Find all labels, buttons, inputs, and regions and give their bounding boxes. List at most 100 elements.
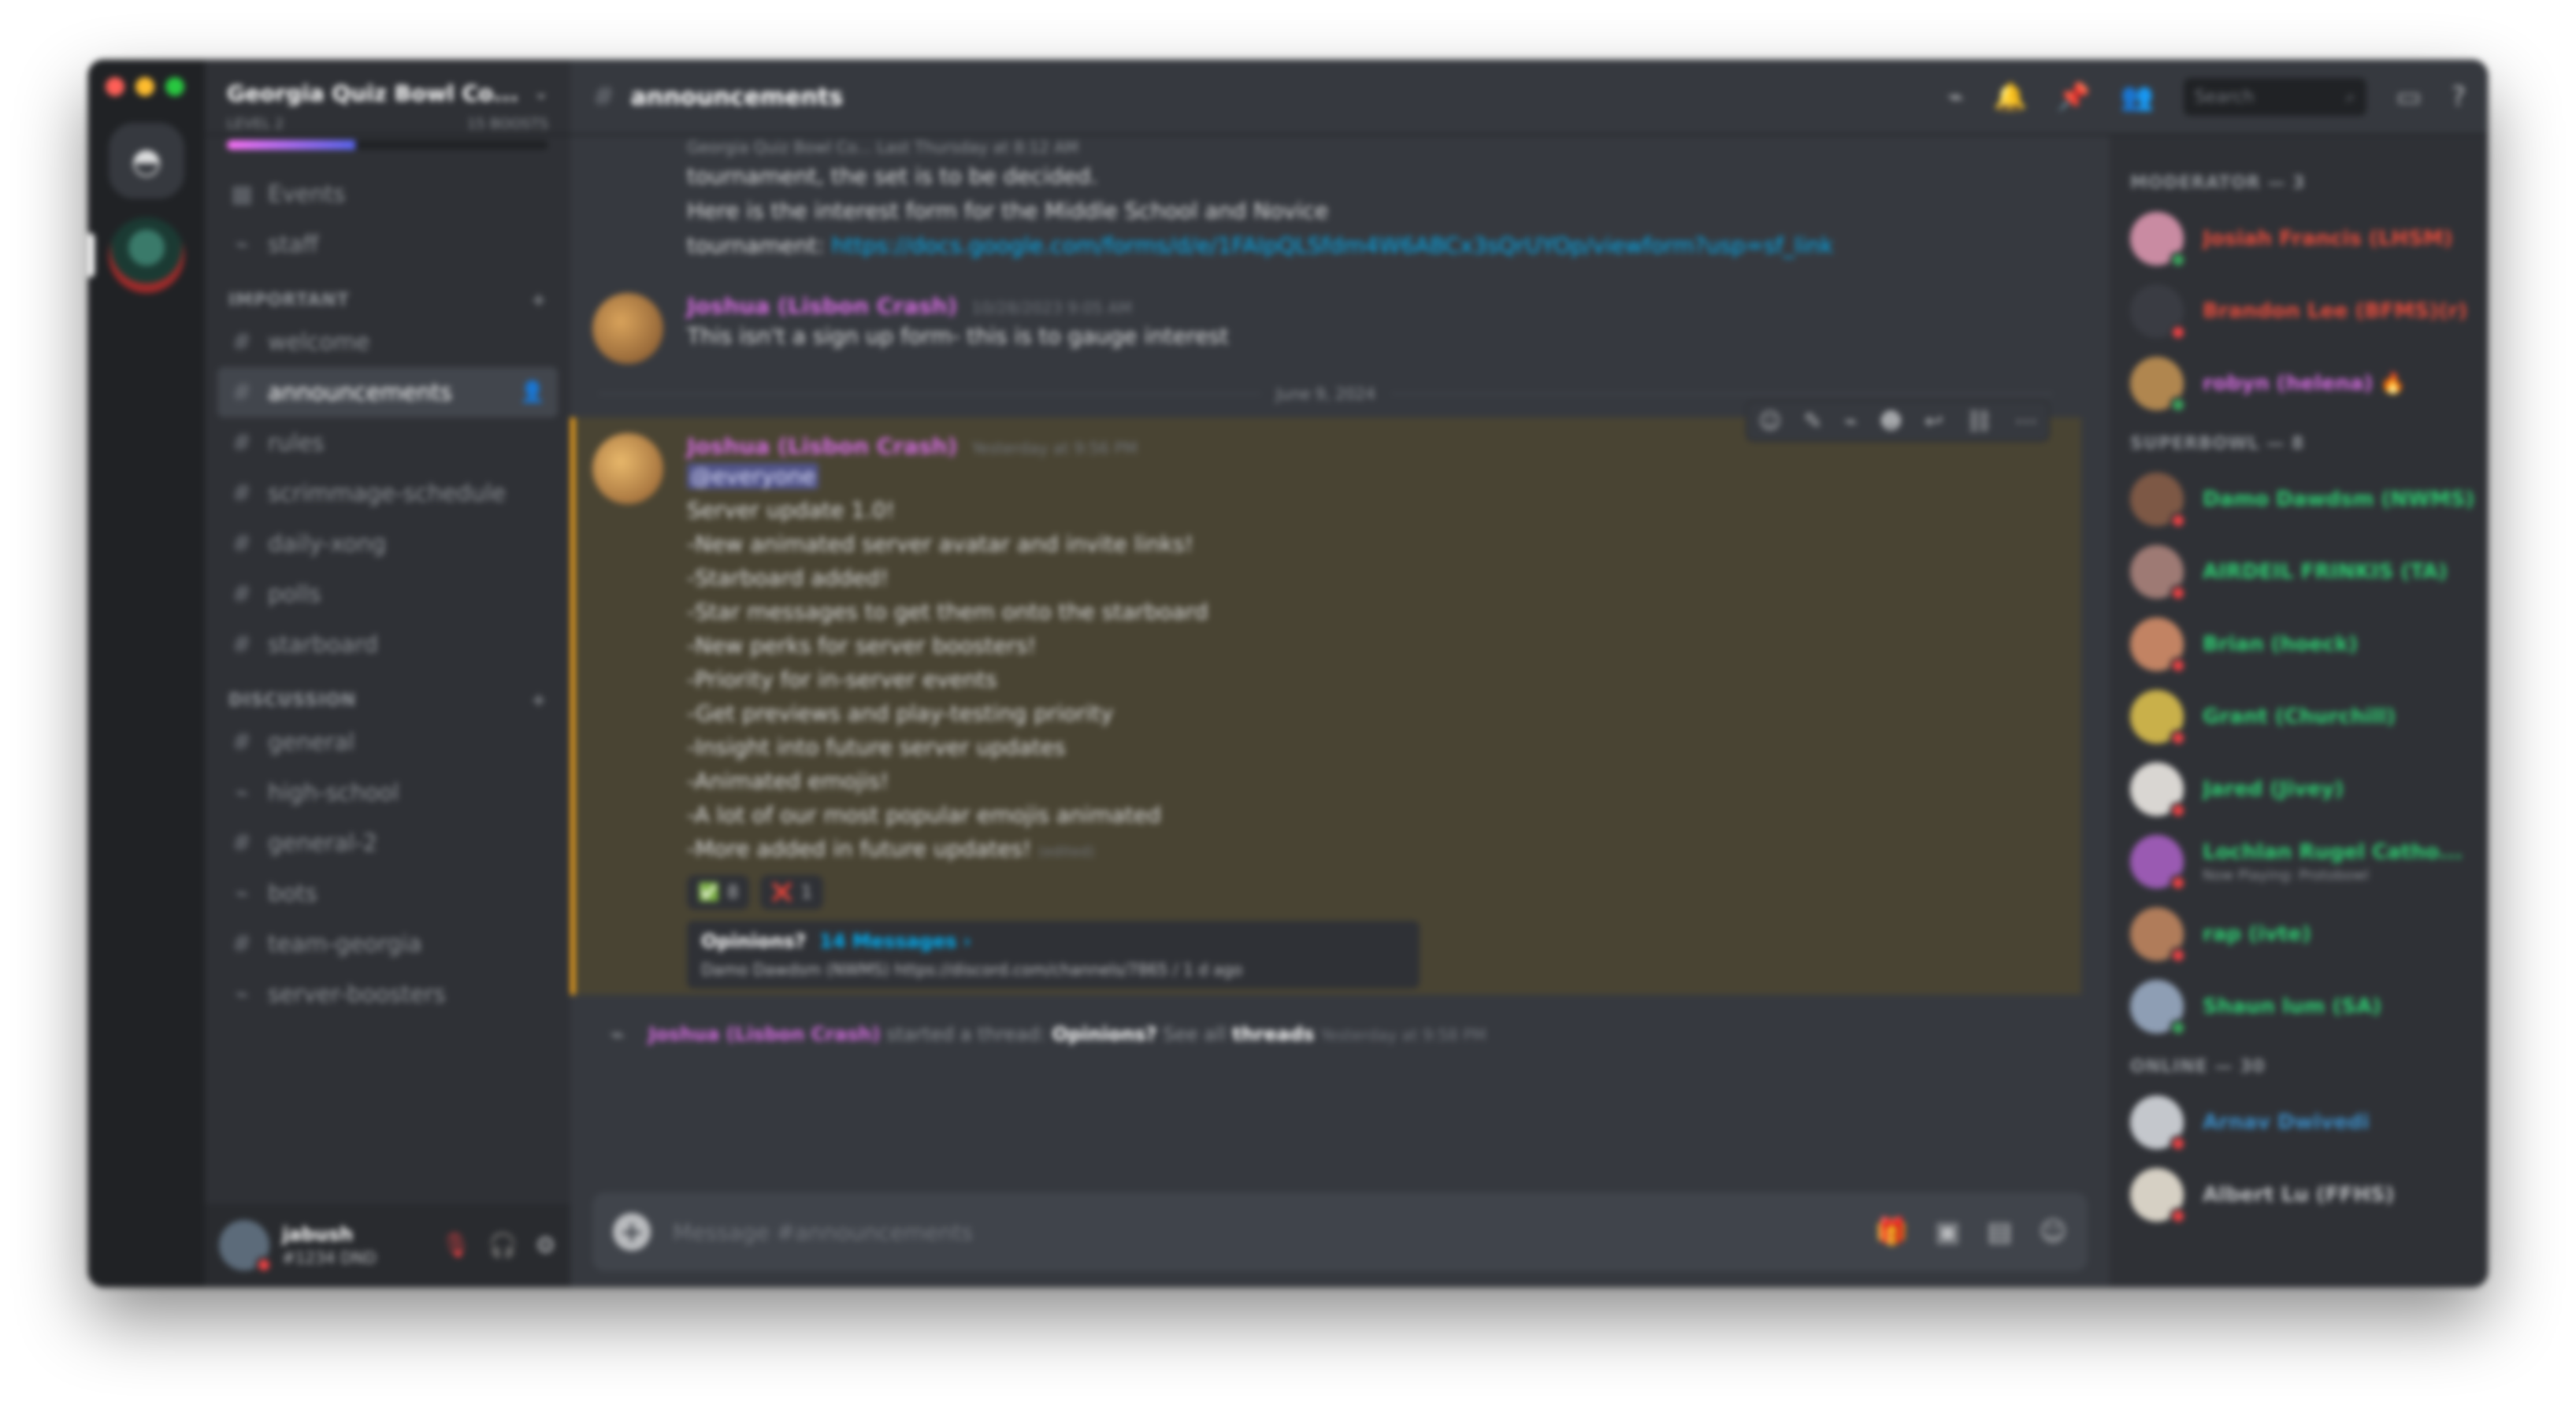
sticker-icon[interactable]: ▤	[1987, 1216, 2012, 1248]
channel-category[interactable]: DISCUSSION +	[217, 669, 558, 717]
channel-welcome[interactable]: # welcome	[217, 317, 558, 367]
mute-mic-icon[interactable]: 🎙	[441, 1232, 471, 1259]
gif-icon[interactable]: ▣	[1935, 1216, 1960, 1248]
close-window-button[interactable]	[106, 77, 124, 96]
avatar	[2130, 1096, 2187, 1152]
message-line: -Priority for in-server events	[687, 662, 1420, 696]
channel-announcements[interactable]: # announcements 👤	[217, 367, 558, 417]
status-icon	[2170, 1019, 2187, 1037]
member-name: Albert Lu (FFHS)	[2203, 1183, 2395, 1207]
reaction-chip[interactable]: ❌ 1	[760, 875, 823, 910]
member-item[interactable]: Lochlan Rugel Catho... Now Playing: Proto…	[2130, 825, 2477, 898]
member-item[interactable]: Damo Dawdsm (NWMS)	[2130, 463, 2477, 536]
member-item[interactable]: Shaun lum (SA)	[2130, 970, 2477, 1043]
avatar[interactable]	[592, 433, 663, 504]
member-item[interactable]: Arnav Dwivedi	[2130, 1086, 2477, 1159]
avatar	[2130, 980, 2187, 1037]
message-author[interactable]: Joshua (Lisbon Crash)	[687, 433, 957, 459]
server-level: LEVEL 2	[227, 116, 284, 132]
member-item[interactable]: robyn (helena) 🔥	[2130, 347, 2477, 420]
maximize-window-button[interactable]	[165, 77, 184, 96]
deafen-icon[interactable]: 🎧	[488, 1232, 518, 1259]
more-icon[interactable]: ⋯	[2015, 408, 2037, 434]
upload-plus-icon[interactable]: +	[613, 1213, 651, 1251]
channel-daily-xong[interactable]: # daily-xong	[217, 518, 558, 569]
minimize-window-button[interactable]	[135, 77, 154, 96]
add-reaction-icon[interactable]: ☺	[1758, 408, 1781, 434]
avatar[interactable]	[592, 293, 663, 364]
channel-rules[interactable]: # rules	[217, 417, 558, 468]
member-item[interactable]: Albert Lu (FFHS)	[2130, 1159, 2477, 1231]
channel-general-2[interactable]: # general-2	[217, 818, 558, 868]
member-item[interactable]: Jared (Jivey)	[2130, 753, 2477, 825]
message-author[interactable]: Joshua (Lisbon Crash)	[687, 293, 957, 319]
everyone-mention[interactable]: @everyone	[687, 463, 819, 489]
server-icon-georgia-quiz-bowl[interactable]	[88, 217, 184, 293]
boost-progress-bar[interactable]	[227, 140, 548, 150]
member-item[interactable]: Grant (Churchill)	[2130, 681, 2477, 753]
search-input[interactable]: Search ⌕	[2183, 78, 2366, 116]
chevron-down-icon[interactable]: ⌄	[534, 83, 548, 103]
form-link[interactable]: https://docs.google.com/forms/d/e/1FAIpQ…	[831, 232, 1833, 258]
channel-category[interactable]: IMPORTANT +	[217, 269, 558, 317]
status-icon	[2170, 584, 2187, 602]
message-text: -Starboard added!	[687, 565, 889, 591]
thread-name-link[interactable]: Opinions?	[1052, 1023, 1156, 1045]
thread-started-icon: ⌁	[610, 1019, 625, 1049]
discord-home-button[interactable]: ◓	[109, 123, 184, 198]
member-item[interactable]: Brandon Lee (BFMS)(r)	[2130, 275, 2477, 347]
thread-icon[interactable]: ⌁	[1844, 408, 1858, 434]
message-line: -New perks for server boosters!	[687, 629, 1420, 662]
thread-preview[interactable]: Opinions? 14 Messages › Damo Dawdsm (NWM…	[687, 921, 1420, 988]
add-member-icon[interactable]: 👤	[520, 380, 545, 404]
emoji-icon[interactable]: ☺	[2040, 1216, 2067, 1248]
message-line: -A lot of our most popular emojis animat…	[687, 798, 1420, 832]
member-item[interactable]: Josiah Francis (LHSM)	[2130, 202, 2477, 275]
emoji-icon[interactable]: ☻	[1880, 408, 1902, 434]
channel-label: general	[268, 729, 355, 755]
server-header[interactable]: Georgia Quiz Bowl Co... ⌄ LEVEL 2 15 BOO…	[205, 60, 570, 135]
channel-general[interactable]: # general	[217, 717, 558, 767]
channel-team-georgia[interactable]: # team-georgia	[217, 918, 558, 969]
reply-icon[interactable]: ↩	[1925, 408, 1943, 434]
previous-message-header: Georgia Quiz Bowl Co... Last Thursday at…	[687, 138, 1079, 157]
gift-icon[interactable]: 🎁	[1875, 1216, 1908, 1248]
inbox-icon[interactable]: ▭	[2396, 81, 2422, 113]
message-composer[interactable]: + Message #announcements 🎁 ▣ ▤ ☺	[592, 1192, 2088, 1271]
status-icon	[2170, 947, 2187, 964]
add-channel-icon[interactable]: +	[532, 291, 547, 310]
see-all-threads-link[interactable]: threads	[1232, 1023, 1314, 1045]
help-icon[interactable]: ?	[2452, 81, 2466, 113]
member-list-icon[interactable]: 👥	[2120, 81, 2153, 113]
notification-bell-icon[interactable]: 🔔	[1994, 81, 2027, 113]
thread-message-count[interactable]: 14 Messages ›	[819, 930, 971, 952]
add-channel-icon[interactable]: +	[532, 691, 547, 710]
channel-staff[interactable]: ⌁ staff	[217, 219, 558, 269]
text-channel-icon: #	[232, 580, 252, 608]
member-item[interactable]: AIRDEIL FRINKIS (TA)	[2130, 536, 2477, 608]
edit-icon[interactable]: ✎	[1803, 408, 1821, 434]
reaction-chip[interactable]: ✅ 8	[687, 875, 750, 910]
settings-gear-icon[interactable]: ⚙	[535, 1232, 556, 1259]
threads-icon[interactable]: ⌁	[1947, 81, 1963, 113]
channel-high-school[interactable]: ⌁ high-school	[217, 767, 558, 818]
channel-polls[interactable]: # polls	[217, 569, 558, 619]
channel-starboard[interactable]: # starboard	[217, 619, 558, 669]
member-item[interactable]: rap (ivte)	[2130, 898, 2477, 970]
avatar[interactable]	[219, 1220, 273, 1274]
channel-scrimmage-schedule[interactable]: # scrimmage-schedule	[217, 468, 558, 518]
channel-server-boosters[interactable]: ⌁ server-boosters	[217, 969, 558, 1019]
role-header: SUPERBOWL — 8	[2130, 434, 2305, 454]
channel-events[interactable]: ▦ Events	[217, 169, 558, 219]
pinned-messages-icon[interactable]: 📌	[2057, 81, 2090, 113]
avatar	[2130, 1168, 2187, 1225]
message-timestamp: Yesterday at 9:56 PM	[971, 439, 1138, 458]
channel-hash-icon: #	[592, 81, 615, 113]
channel-bots[interactable]: ⌁ bots	[217, 868, 558, 918]
member-item[interactable]: Brian (hoeck)	[2130, 608, 2477, 681]
message-input[interactable]: Message #announcements	[673, 1219, 973, 1245]
member-name: Brandon Lee (BFMS)(r)	[2203, 299, 2468, 323]
link-icon[interactable]: ⛓	[1965, 408, 1993, 434]
message-author[interactable]: Joshua (Lisbon Crash)	[648, 1023, 880, 1045]
avatar	[2130, 357, 2187, 414]
